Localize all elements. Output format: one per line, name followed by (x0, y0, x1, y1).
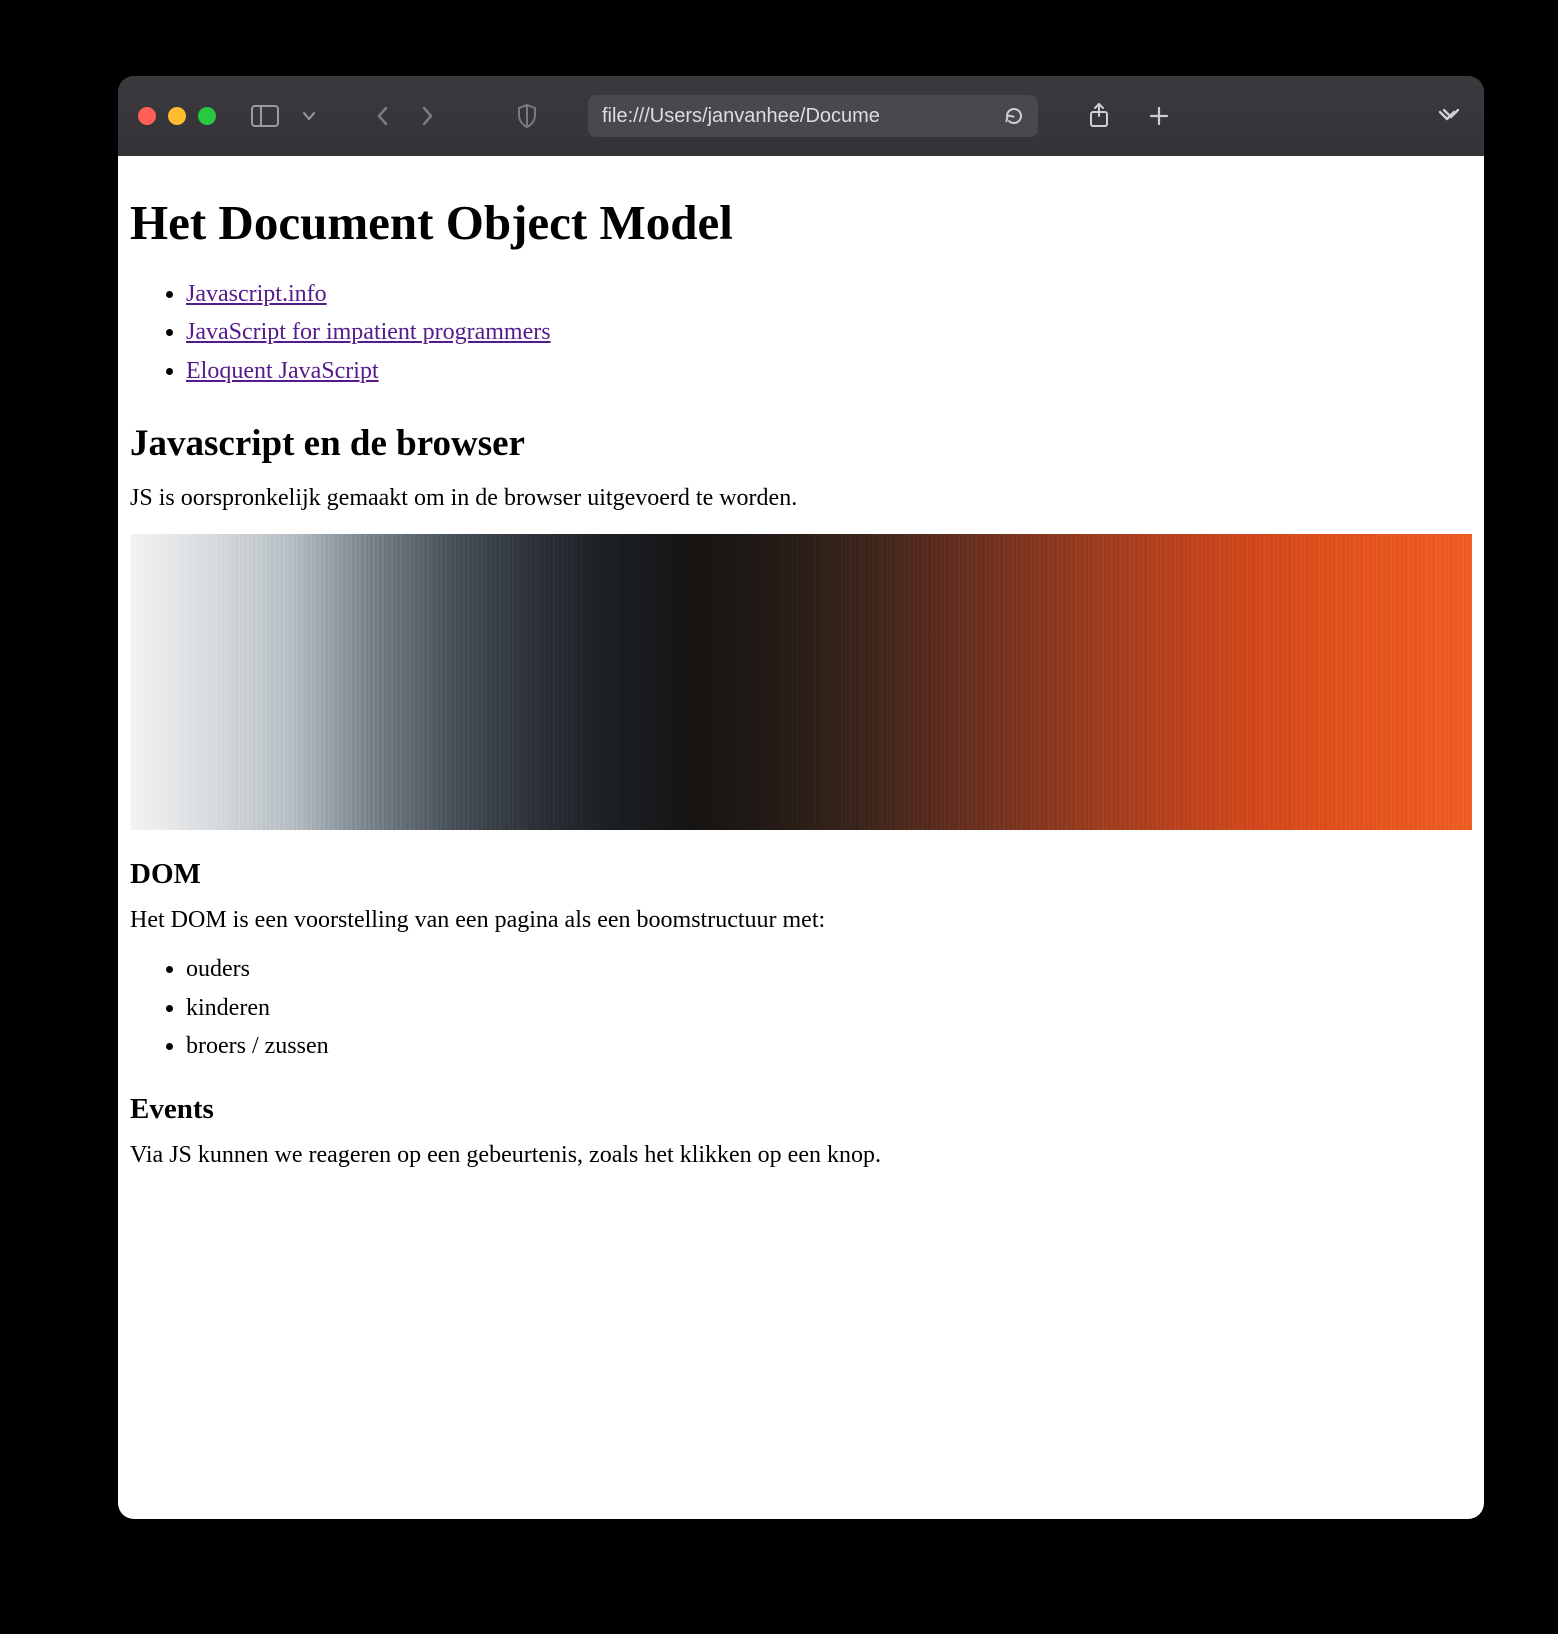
sidebar-icon[interactable] (248, 99, 282, 133)
page-content: Het Document Object Model Javascript.inf… (118, 156, 1484, 1519)
nav-buttons (366, 99, 444, 133)
forward-icon[interactable] (410, 99, 444, 133)
heading-events: Events (130, 1093, 1472, 1126)
back-icon[interactable] (366, 99, 400, 133)
window-controls (138, 107, 216, 125)
banner-image (130, 534, 1472, 830)
list-item: Eloquent JavaScript (186, 352, 1472, 390)
link-eloquent-js[interactable]: Eloquent JavaScript (186, 358, 379, 384)
list-item: broers / zussen (186, 1027, 1472, 1065)
paragraph-dom: Het DOM is een voorstelling van een pagi… (130, 907, 1472, 934)
shield-icon[interactable] (510, 99, 544, 133)
browser-window: file:///Users/janvanhee/Docume Het Docum… (118, 76, 1484, 1519)
link-javascript-info[interactable]: Javascript.info (186, 281, 327, 307)
chevron-down-icon[interactable] (292, 99, 326, 133)
paragraph-events: Via JS kunnen we reageren op een gebeurt… (130, 1142, 1472, 1169)
overflow-icon[interactable] (1430, 99, 1464, 133)
close-icon[interactable] (138, 107, 156, 125)
url-bar[interactable]: file:///Users/janvanhee/Docume (588, 95, 1038, 137)
list-item: kinderen (186, 989, 1472, 1027)
resource-links: Javascript.info JavaScript for impatient… (130, 275, 1472, 390)
titlebar: file:///Users/janvanhee/Docume (118, 76, 1484, 156)
heading-js-browser: Javascript en de browser (130, 422, 1472, 465)
paragraph-js-browser: JS is oorspronkelijk gemaakt om in de br… (130, 485, 1472, 512)
page-title: Het Document Object Model (130, 194, 1472, 251)
heading-dom: DOM (130, 858, 1472, 891)
sidebar-toggle-group (248, 99, 326, 133)
new-tab-icon[interactable] (1142, 99, 1176, 133)
reload-icon[interactable] (1004, 106, 1024, 126)
dom-list: ouders kinderen broers / zussen (130, 950, 1472, 1065)
list-item: JavaScript for impatient programmers (186, 313, 1472, 351)
list-item: Javascript.info (186, 275, 1472, 313)
maximize-icon[interactable] (198, 107, 216, 125)
toolbar-right (1082, 99, 1176, 133)
share-icon[interactable] (1082, 99, 1116, 133)
link-impatient-programmers[interactable]: JavaScript for impatient programmers (186, 319, 551, 345)
minimize-icon[interactable] (168, 107, 186, 125)
url-text: file:///Users/janvanhee/Docume (602, 105, 994, 128)
list-item: ouders (186, 950, 1472, 988)
